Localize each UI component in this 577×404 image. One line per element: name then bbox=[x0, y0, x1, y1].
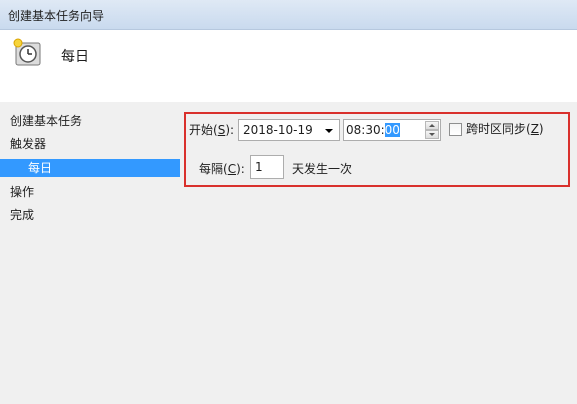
interval-value: 1 bbox=[255, 160, 263, 174]
start-time-field[interactable]: 08:30:00 bbox=[343, 119, 441, 141]
spin-up-icon[interactable] bbox=[425, 121, 439, 130]
window-title: 创建基本任务向导 bbox=[8, 9, 105, 23]
start-time-value: 08:30:00 bbox=[346, 123, 400, 137]
start-date-value: 2018-10-19 bbox=[243, 123, 313, 137]
sync-timezone-label[interactable]: 跨时区同步(Z) bbox=[466, 120, 544, 138]
wizard-sidebar: 创建基本任务 触发器 每日 操作 完成 bbox=[0, 102, 185, 404]
chevron-down-icon[interactable] bbox=[325, 129, 333, 133]
sidebar-item-trigger: 触发器 bbox=[10, 137, 47, 151]
wizard-header: 每日 bbox=[0, 30, 577, 102]
interval-suffix: 天发生一次 bbox=[292, 162, 353, 176]
start-date-select[interactable]: 2018-10-19 bbox=[238, 119, 340, 141]
interval-input[interactable]: 1 bbox=[250, 155, 284, 179]
clock-icon bbox=[13, 38, 41, 66]
sidebar-item-create-task: 创建基本任务 bbox=[10, 114, 83, 128]
start-label: 开始(S): bbox=[189, 123, 235, 137]
sidebar-item-action: 操作 bbox=[10, 185, 35, 199]
page-title: 每日 bbox=[61, 49, 89, 65]
time-spinner[interactable] bbox=[425, 121, 439, 139]
spin-down-icon[interactable] bbox=[425, 130, 439, 139]
sidebar-item-daily: 每日 bbox=[0, 159, 180, 177]
sync-timezone-checkbox[interactable] bbox=[449, 123, 462, 136]
interval-label: 每隔(C): bbox=[199, 162, 245, 176]
title-bar: 创建基本任务向导 bbox=[0, 0, 577, 30]
time-seconds-selection: 00 bbox=[384, 123, 400, 137]
sidebar-item-finish: 完成 bbox=[10, 208, 35, 222]
